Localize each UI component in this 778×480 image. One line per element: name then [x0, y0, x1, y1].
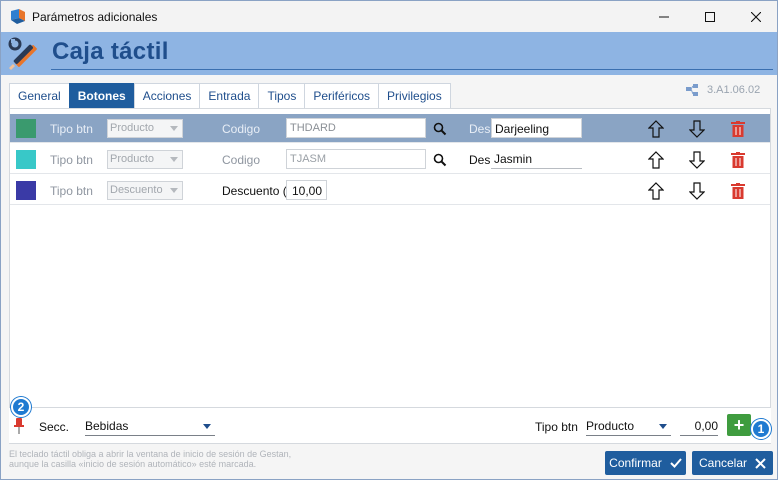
tipo-select[interactable]: Producto: [107, 150, 183, 169]
delete-button[interactable]: [728, 181, 748, 201]
footer-note: El teclado táctil obliga a abrir la vent…: [9, 449, 292, 469]
close-window-button[interactable]: [733, 1, 777, 32]
move-up-button[interactable]: [646, 181, 666, 201]
buttons-panel: Tipo btn Producto Codigo THDARD Des Darj…: [9, 108, 771, 444]
tipo-btn-label: Tipo btn: [535, 420, 578, 434]
search-button[interactable]: [430, 150, 450, 170]
des-label: Des: [469, 122, 491, 136]
codigo-label: Codigo: [222, 153, 261, 167]
color-swatch[interactable]: [16, 150, 36, 169]
move-up-button[interactable]: [646, 150, 666, 170]
move-down-button[interactable]: [687, 181, 707, 201]
chevron-down-icon: [170, 188, 178, 193]
tipo-select[interactable]: Descuento: [107, 181, 183, 200]
app-logo-icon: [11, 9, 25, 24]
minimize-icon: [659, 16, 669, 17]
close-icon: [751, 11, 761, 22]
tab-bar: General Botones Acciones Entrada Tipos P…: [9, 83, 451, 108]
cancel-button[interactable]: Cancelar: [692, 451, 773, 475]
descuento-input[interactable]: 10,00: [286, 180, 327, 200]
close-icon: [755, 457, 766, 469]
page-header: Caja táctil: [1, 32, 777, 75]
arrow-up-icon: [648, 120, 664, 138]
des-label: Des: [469, 153, 491, 167]
confirm-button[interactable]: Confirmar: [605, 451, 686, 475]
tab-botones[interactable]: Botones: [68, 83, 135, 108]
bottom-toolbar: Secc. Bebidas Tipo btn Producto 0,00 +: [9, 407, 771, 443]
search-button[interactable]: [430, 119, 450, 139]
tab-privilegios[interactable]: Privilegios: [378, 83, 451, 108]
tools-icon: [8, 37, 37, 70]
codigo-input[interactable]: TJASM: [286, 149, 426, 169]
move-up-button[interactable]: [646, 119, 666, 139]
maximize-button[interactable]: [687, 1, 733, 32]
arrow-up-icon: [648, 182, 664, 200]
tab-entrada[interactable]: Entrada: [199, 83, 260, 108]
chevron-down-icon: [170, 157, 178, 162]
table-row[interactable]: Tipo btn Producto Codigo THDARD Des Darj…: [10, 114, 770, 143]
amount-input[interactable]: 0,00: [680, 416, 718, 436]
chevron-down-icon: [659, 424, 667, 429]
move-down-button[interactable]: [687, 119, 707, 139]
codigo-input[interactable]: THDARD: [286, 118, 426, 138]
table-row[interactable]: Tipo btn Producto Codigo TJASM Des Jasmi…: [10, 145, 770, 174]
tipo-select[interactable]: Producto: [107, 119, 183, 138]
cancel-label: Cancelar: [698, 456, 748, 470]
arrow-down-icon: [689, 120, 705, 138]
table-row[interactable]: Tipo btn Descuento Descuento (% 10,00: [10, 176, 770, 205]
des-input[interactable]: Darjeeling: [491, 118, 582, 138]
title-bar: Parámetros adicionales: [1, 1, 777, 32]
dialog-window: Parámetros adicionales Caja táctil Gener…: [0, 0, 778, 480]
version-info: 3.A1.06.02: [685, 83, 760, 97]
window-title: Parámetros adicionales: [32, 10, 158, 24]
delete-button[interactable]: [728, 150, 748, 170]
des-input[interactable]: Jasmin: [491, 149, 582, 169]
tipo-btn-select[interactable]: Producto: [586, 416, 671, 436]
maximize-icon: [705, 11, 715, 22]
tab-acciones[interactable]: Acciones: [133, 83, 201, 108]
check-icon: [670, 458, 682, 468]
color-swatch[interactable]: [16, 181, 36, 200]
search-icon: [433, 122, 447, 136]
search-icon: [433, 153, 447, 167]
confirm-label: Confirmar: [609, 456, 662, 470]
delete-button[interactable]: [728, 119, 748, 139]
secc-label: Secc.: [39, 420, 70, 434]
minimize-button[interactable]: [641, 1, 687, 32]
step-badge-1: 1: [751, 419, 771, 439]
pin-icon[interactable]: [13, 418, 25, 434]
color-swatch[interactable]: [16, 119, 36, 138]
secc-select[interactable]: Bebidas: [85, 416, 215, 436]
tab-general[interactable]: General: [9, 83, 70, 108]
trash-icon: [731, 121, 745, 137]
move-down-button[interactable]: [687, 150, 707, 170]
codigo-label: Codigo: [222, 122, 261, 136]
tipo-label: Tipo btn: [50, 184, 93, 198]
tipo-label: Tipo btn: [50, 122, 93, 136]
arrow-down-icon: [689, 182, 705, 200]
header-divider: [51, 69, 773, 70]
chevron-down-icon: [170, 126, 178, 131]
tipo-label: Tipo btn: [50, 153, 93, 167]
network-icon: [686, 84, 698, 96]
step-badge-2: 2: [11, 397, 31, 417]
trash-icon: [731, 152, 745, 168]
tab-tipos[interactable]: Tipos: [258, 83, 306, 108]
tab-perifericos[interactable]: Periféricos: [304, 83, 380, 108]
chevron-down-icon: [203, 424, 211, 429]
arrow-up-icon: [648, 151, 664, 169]
add-button[interactable]: +: [727, 414, 751, 436]
version-label: 3.A1.06.02: [707, 84, 761, 96]
arrow-down-icon: [689, 151, 705, 169]
trash-icon: [731, 183, 745, 199]
page-title: Caja táctil: [52, 38, 169, 65]
